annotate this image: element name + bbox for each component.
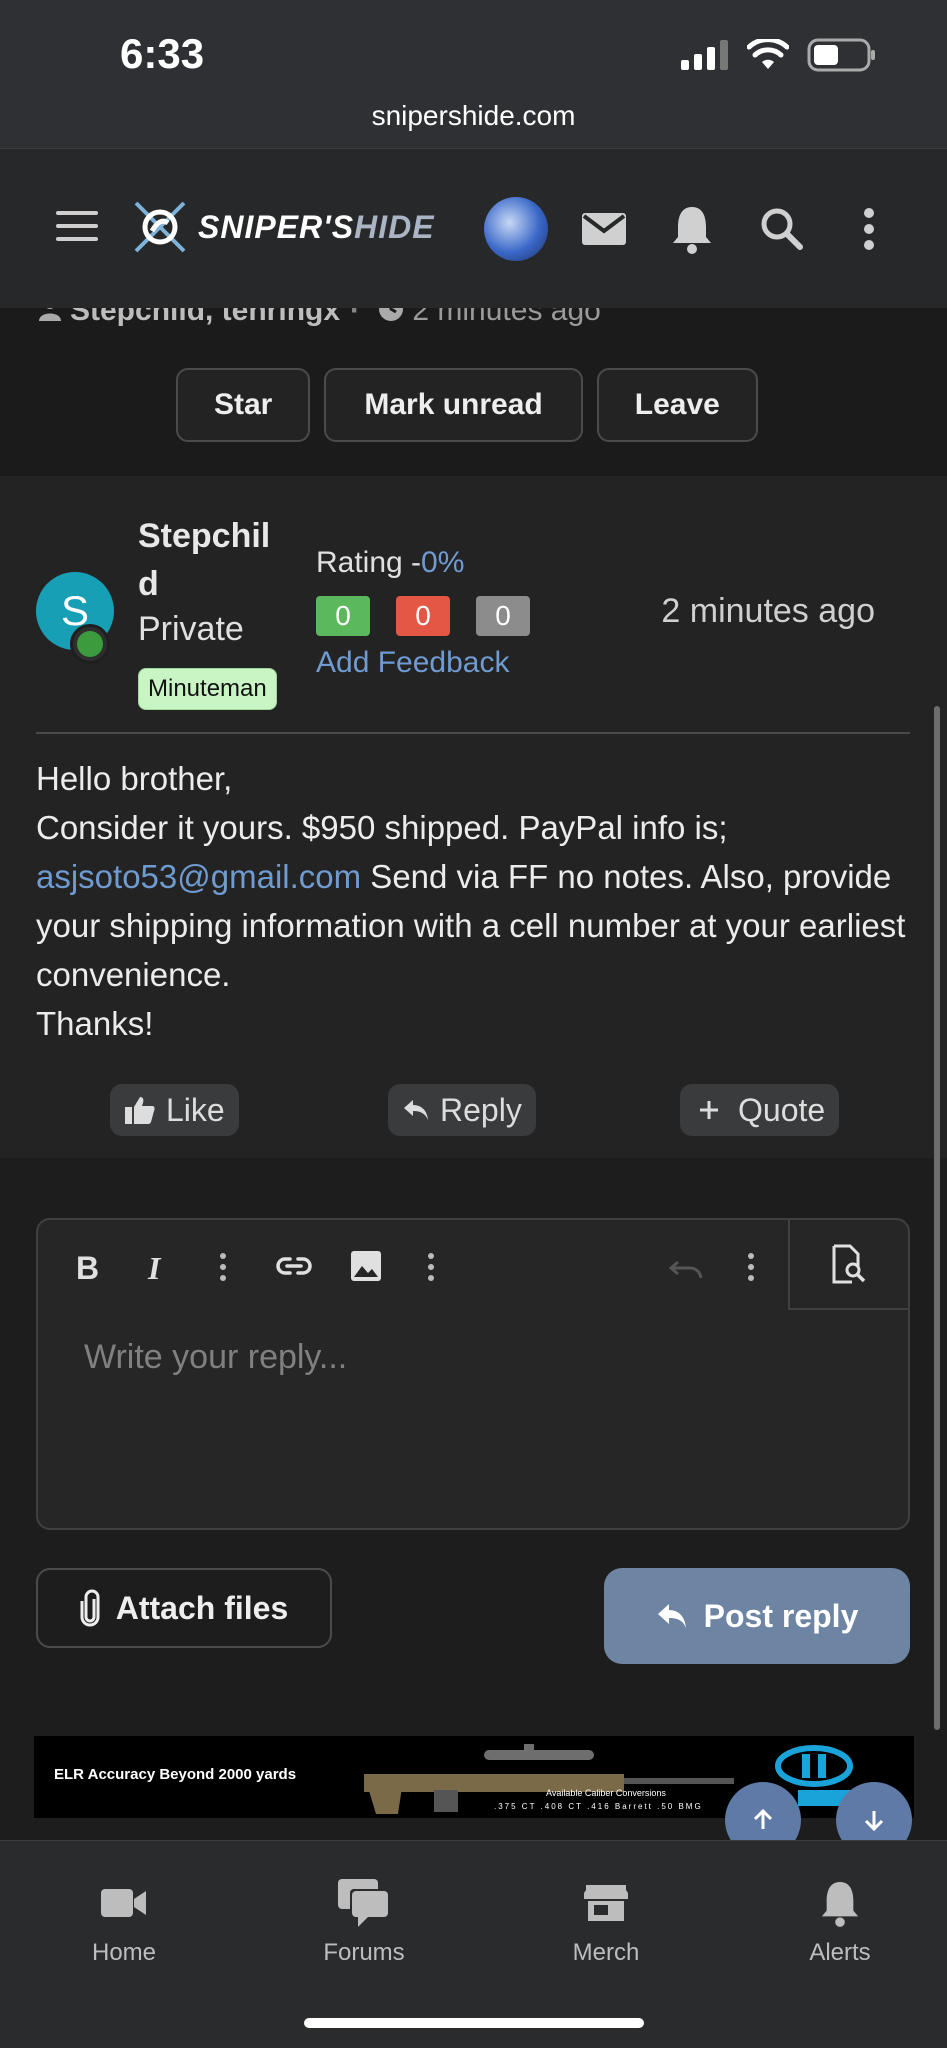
ad-calibers: .375 CT .408 CT .416 Barrett .50 BMG bbox=[494, 1802, 703, 1811]
post-date[interactable]: 2 minutes ago bbox=[661, 592, 875, 631]
more-options-icon[interactable] bbox=[426, 1252, 436, 1282]
quote-button[interactable]: Quote bbox=[680, 1084, 840, 1136]
mark-unread-button[interactable]: Mark unread bbox=[324, 368, 583, 442]
clock-icon bbox=[379, 308, 404, 321]
crosshair-logo-icon bbox=[134, 201, 186, 253]
ad-headline: ELR Accuracy Beyond 2000 yards bbox=[54, 1766, 297, 1783]
ad-subtitle: Available Caliber Conversions bbox=[546, 1788, 666, 1798]
post-reply-button[interactable]: Post reply bbox=[604, 1568, 910, 1664]
site-logo[interactable]: SNIPER'SHIDE bbox=[130, 197, 435, 257]
arrow-down-icon bbox=[864, 1811, 884, 1832]
feedback-counts: 0 0 0 bbox=[316, 596, 530, 636]
tab-forums[interactable]: Forums bbox=[284, 1875, 444, 1967]
bottom-tab-bar: Home Forums Merch Alerts bbox=[0, 1840, 947, 2048]
user-avatar[interactable] bbox=[484, 197, 548, 261]
tab-merch[interactable]: Merch bbox=[526, 1875, 686, 1967]
more-vertical-icon[interactable] bbox=[862, 203, 876, 255]
tab-home-label: Home bbox=[91, 1939, 157, 1966]
negative-feedback[interactable]: 0 bbox=[396, 596, 450, 636]
tab-alerts-label: Alerts bbox=[809, 1939, 871, 1966]
tab-merch-label: Merch bbox=[572, 1939, 640, 1966]
author-username[interactable]: Stepchild bbox=[138, 512, 278, 608]
star-button[interactable]: Star bbox=[176, 368, 311, 442]
home-indicator[interactable] bbox=[304, 2018, 644, 2028]
tab-home[interactable]: Home bbox=[44, 1875, 204, 1967]
message-line: Hello brother, bbox=[36, 760, 233, 797]
bell-icon bbox=[821, 1882, 859, 1927]
reply-button[interactable]: Reply bbox=[388, 1084, 536, 1136]
wifi-icon bbox=[747, 39, 789, 69]
online-status-icon bbox=[70, 624, 110, 664]
thread-participants: Stepchild, tenringx · 2 minutes ago bbox=[36, 308, 601, 328]
add-feedback-link[interactable]: Add Feedback bbox=[316, 646, 509, 680]
store-icon bbox=[584, 1885, 628, 1921]
editor-toolbar: B I bbox=[38, 1220, 908, 1310]
more-options-icon[interactable] bbox=[218, 1252, 228, 1282]
message-line: asjsoto53@gmail.com Send via FF no notes… bbox=[36, 858, 906, 993]
logo-text: SNIPER'SHIDE bbox=[198, 208, 435, 245]
message-line: Thanks! bbox=[36, 1005, 154, 1042]
thread-header: Stepchild, tenringx · 2 minutes ago Star … bbox=[0, 308, 947, 476]
signal-icon bbox=[681, 40, 728, 70]
message-body: Hello brother, Consider it yours. $950 s… bbox=[36, 754, 916, 1048]
url-bar[interactable]: snipershide.com bbox=[0, 100, 947, 132]
attach-files-button[interactable]: Attach files bbox=[36, 1568, 332, 1648]
tab-alerts[interactable]: Alerts bbox=[760, 1875, 920, 1967]
link-icon[interactable] bbox=[276, 1254, 312, 1278]
reply-placeholder[interactable]: Write your reply... bbox=[84, 1338, 347, 1377]
rating: Rating -0% bbox=[316, 546, 465, 579]
email-link[interactable]: asjsoto53@gmail.com bbox=[36, 858, 361, 895]
paperclip-icon bbox=[80, 1589, 100, 1627]
image-icon[interactable] bbox=[350, 1250, 382, 1282]
author-title: Private bbox=[138, 610, 244, 648]
neutral-feedback[interactable]: 0 bbox=[476, 596, 530, 636]
app-header: SNIPER'SHIDE bbox=[0, 148, 947, 308]
undo-icon[interactable] bbox=[668, 1258, 704, 1280]
like-button[interactable]: Like bbox=[110, 1084, 239, 1136]
mail-icon[interactable] bbox=[580, 203, 628, 255]
message-line: Consider it yours. $950 shipped. PayPal … bbox=[36, 809, 728, 846]
menu-icon[interactable] bbox=[56, 211, 98, 250]
page-scrollbar[interactable] bbox=[934, 706, 940, 1730]
status-icons bbox=[681, 38, 877, 72]
status-bar: 6:33 snipershide.com bbox=[0, 0, 947, 148]
status-time: 6:33 bbox=[120, 30, 205, 77]
bold-icon[interactable]: B bbox=[76, 1250, 99, 1287]
reply-icon bbox=[404, 1100, 428, 1120]
users-icon bbox=[39, 308, 61, 321]
search-icon[interactable] bbox=[758, 203, 804, 255]
thumbs-up-icon bbox=[125, 1097, 155, 1124]
reply-icon bbox=[657, 1604, 686, 1628]
reply-editor[interactable]: B I Write your reply... bbox=[36, 1218, 910, 1530]
author-badge: Minuteman bbox=[138, 668, 277, 710]
arrow-up-icon bbox=[753, 1808, 773, 1829]
message-post: S Stepchild Private Minuteman Rating -0%… bbox=[0, 476, 947, 1158]
battery-icon bbox=[807, 38, 875, 72]
bell-icon[interactable] bbox=[670, 203, 714, 255]
tab-forums-label: Forums bbox=[323, 1939, 405, 1966]
positive-feedback[interactable]: 0 bbox=[316, 596, 370, 636]
quick-reply: B I Write your reply... Attach files Pos… bbox=[0, 1190, 947, 1710]
preview-icon bbox=[832, 1244, 866, 1284]
video-camera-icon bbox=[101, 1889, 146, 1917]
leave-button[interactable]: Leave bbox=[596, 368, 758, 442]
preview-button[interactable] bbox=[788, 1220, 908, 1310]
rating-value: 0% bbox=[421, 546, 465, 579]
italic-icon[interactable]: I bbox=[148, 1250, 160, 1287]
more-options-icon[interactable] bbox=[746, 1252, 756, 1282]
plus-icon bbox=[700, 1101, 718, 1119]
divider bbox=[36, 732, 910, 734]
chat-bubbles-icon bbox=[338, 1879, 390, 1927]
